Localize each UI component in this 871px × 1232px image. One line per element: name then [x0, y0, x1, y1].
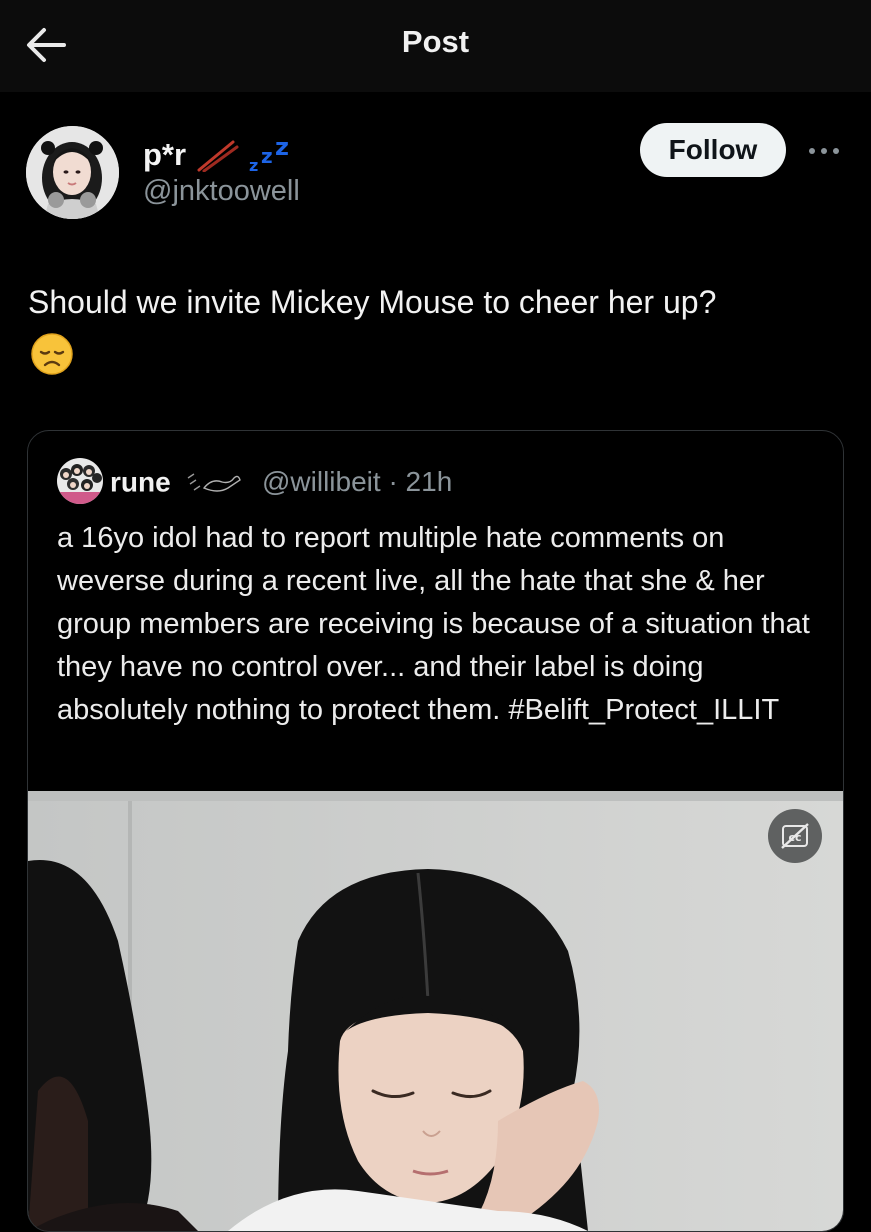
quote-handle-time: @willibeit · 21h — [262, 466, 453, 497]
avatar-image — [26, 126, 119, 219]
top-app-bar: Post — [0, 0, 871, 92]
more-horizontal-icon — [809, 148, 839, 154]
svg-text:z: z — [261, 144, 273, 168]
video-frame-image — [28, 791, 843, 1231]
svg-text:z: z — [249, 156, 258, 175]
quote-display-name: rune — [110, 466, 171, 498]
quote-display-name-row: rune — [110, 465, 244, 499]
sleep-zzz-icon: z z z — [249, 133, 289, 175]
author-display-name-row[interactable]: p*r z z z — [143, 133, 293, 175]
swan-doodle-icon — [188, 473, 242, 492]
author-display-name: p*r — [143, 137, 187, 172]
follow-button[interactable]: Follow — [640, 123, 786, 177]
author-avatar[interactable] — [26, 126, 119, 219]
video-media[interactable]: cc — [28, 791, 843, 1231]
chopsticks-icon — [197, 140, 239, 173]
post-text: Should we invite Mickey Mouse to cheer h… — [28, 284, 717, 320]
quoted-post-card[interactable]: rune @willibeit · 21h a 16yo idol had to… — [27, 430, 844, 1232]
quote-author-avatar — [57, 458, 103, 504]
closed-captions-button[interactable]: cc — [768, 809, 822, 863]
more-options-button[interactable] — [804, 136, 844, 166]
closed-captions-off-icon: cc — [768, 809, 822, 863]
author-handle[interactable]: @jnktoowell — [143, 175, 300, 208]
page-title: Post — [401, 24, 470, 59]
disappointed-face-icon — [30, 332, 74, 376]
quote-text: a 16yo idol had to report multiple hate … — [57, 522, 810, 726]
svg-text:z: z — [275, 135, 289, 161]
